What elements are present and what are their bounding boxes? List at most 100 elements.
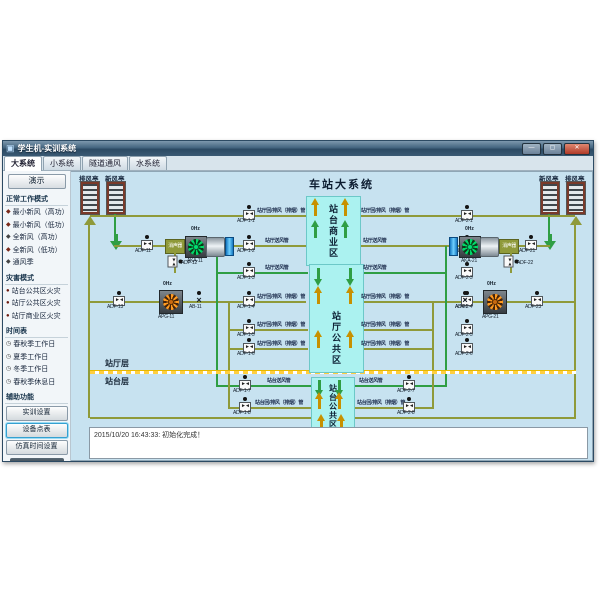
supply-arrow (344, 226, 347, 238)
schedule-spring-autumn-workday[interactable]: ◷春秋季工作日 (5, 338, 68, 351)
damper-tag: ADF-22 (517, 260, 533, 266)
app-window: ▣ 学生机-实训系统 — ▢ ✕ 大系统 小系统 隧道通风 水系统 演示 正常工… (2, 140, 594, 462)
fire-icon: ● (6, 288, 10, 294)
device-point-table-button[interactable]: 设备点表 (6, 423, 68, 438)
fire-icon: ● (6, 300, 10, 306)
mode-all-fresh-low[interactable]: ◆全新风（低功） (5, 244, 68, 257)
platform-supply-pipe (216, 385, 311, 387)
fan-tag: APG-21 (482, 314, 499, 320)
pipe-label: 站厅回/排风（排烟）管 (257, 207, 305, 214)
fresh-shaft-icon (107, 182, 125, 214)
damper-tag: ADF-1-2 (237, 248, 255, 254)
exhaust-up-arrow (574, 222, 578, 223)
damper-tag: ADF-21 (519, 248, 535, 254)
mode-hall-fire[interactable]: ●站厅公共区火灾 (5, 297, 68, 310)
window-title: 学生机-实训系统 (18, 143, 520, 154)
damper-tag: ADF-1-8 (233, 410, 251, 416)
pipe-label: 站厅送风管 (363, 264, 387, 271)
tab-big-system[interactable]: 大系统 (4, 156, 42, 171)
close-button[interactable]: ✕ (564, 143, 590, 155)
valve-tag: AB-21 (455, 304, 468, 310)
partial-item[interactable] (10, 458, 64, 461)
training-setup-button[interactable]: 实训设置 (6, 406, 68, 421)
diagram-title: 车站大系统 (309, 176, 374, 192)
section-schedules: 时间表 (5, 324, 68, 338)
event-log[interactable]: 2015/10/20 16:43:33: 初始化完成！ (89, 427, 588, 459)
damper-tag: ADF-1-6 (237, 351, 255, 357)
damper-tag: ADF-2-6 (455, 351, 473, 357)
calendar-icon: ◷ (6, 341, 11, 347)
mode-platform-fire[interactable]: ●站台公共区火灾 (5, 285, 68, 298)
butterfly-valve-icon[interactable]: × (457, 291, 473, 304)
damper-tag: ADF-1-7 (233, 388, 251, 394)
app-icon: ▣ (6, 144, 15, 153)
tab-water-system[interactable]: 水系统 (129, 156, 167, 170)
mode-all-fresh-high[interactable]: ◆全新风（高功） (5, 231, 68, 244)
mode-min-fresh-low[interactable]: ◆最小新风（低功） (5, 219, 68, 232)
hall-exhaust-pipe (90, 215, 306, 217)
pipe-label: 站台回/排风（排烟）管 (357, 399, 405, 406)
pipe-label: 站厅送风管 (363, 237, 387, 244)
exhaust-arrow (317, 292, 320, 304)
pipe-label: 站厅回/排风（排烟）管 (361, 293, 409, 300)
filter-section (449, 237, 458, 256)
butterfly-valve-icon[interactable]: × (191, 291, 207, 304)
demo-button[interactable]: 演示 (8, 174, 66, 189)
tab-small-system[interactable]: 小系统 (43, 156, 81, 170)
damper-tag: ADF-23 (525, 304, 541, 310)
exhaust-arrow (314, 204, 317, 216)
pipe-label: 站台送风管 (267, 377, 291, 384)
tab-tunnel-vent[interactable]: 隧道通风 (82, 156, 128, 170)
exhaust-arrow (349, 336, 352, 348)
schedule-spring-autumn-holiday[interactable]: ◷春秋季休息日 (5, 376, 68, 389)
valve-tag: AB-11 (189, 304, 202, 310)
damper-tag: ADF-2-8 (397, 410, 415, 416)
damper-tag: ADF-12 (181, 260, 197, 266)
mode-vent-season[interactable]: ◆通风季 (5, 256, 68, 269)
supply-arrow (318, 380, 321, 391)
fan-mode-icon: ◆ (6, 247, 11, 253)
fan-casing (206, 237, 225, 257)
damper-tag: ADF-11 (135, 248, 151, 254)
supply-fan-icon[interactable] (185, 236, 207, 258)
supply-trunk-pipe (445, 246, 447, 387)
mode-min-fresh-high[interactable]: ◆最小新风（高功） (5, 206, 68, 219)
pipe-label: 站台送风管 (359, 377, 383, 384)
fan-mode-icon: ◆ (6, 259, 11, 265)
section-disaster-modes: 灾害模式 (5, 271, 68, 285)
fresh-down-arrow (548, 234, 552, 244)
schedule-summer-workday[interactable]: ◷夏季工作日 (5, 351, 68, 364)
fan-frequency: 0Hz (191, 226, 200, 232)
supply-arrow (338, 380, 341, 391)
damper-tag: ADF-1-4 (237, 304, 255, 310)
title-bar[interactable]: ▣ 学生机-实训系统 — ▢ ✕ (3, 141, 593, 156)
fan-tag: AKA-21 (461, 258, 477, 264)
filter-section (225, 237, 234, 256)
fresh-down-arrow (114, 234, 118, 244)
damper-tag: ADF-1-3 (237, 275, 255, 281)
supply-arrow (314, 226, 317, 238)
section-aux: 辅助功能 (5, 390, 68, 404)
maximize-button[interactable]: ▢ (543, 143, 562, 155)
fan-mode-icon: ◆ (6, 209, 11, 215)
mode-commercial-fire[interactable]: ●站厅商业区火灾 (5, 310, 68, 323)
supply-fan-icon[interactable] (459, 236, 481, 258)
sim-time-setup-button[interactable]: 仿真时间设置 (6, 440, 68, 455)
smoke-exhaust-fan-icon[interactable] (483, 290, 507, 314)
minimize-button[interactable]: — (522, 143, 541, 155)
smoke-exhaust-fan-icon[interactable] (159, 290, 183, 314)
exhaust-arrow (317, 336, 320, 348)
supply-arrow (349, 268, 352, 280)
schedule-winter-workday[interactable]: ◷冬季工作日 (5, 363, 68, 376)
fan-tag: APG-11 (158, 314, 174, 320)
hall-exhaust-pipe (356, 348, 434, 350)
supply-trunk-pipe (216, 246, 218, 387)
pipe-label: 站厅送风管 (265, 264, 289, 271)
silencer-box[interactable]: 消声器 (499, 239, 519, 254)
platform-floor-label: 站台层 (105, 376, 129, 387)
exhaust-shaft-icon (567, 182, 585, 214)
exhaust-up-arrow (88, 222, 92, 223)
platform-exhaust-pipe (353, 407, 434, 409)
fan-frequency: 0Hz (465, 226, 474, 232)
fire-icon: ● (6, 313, 10, 319)
